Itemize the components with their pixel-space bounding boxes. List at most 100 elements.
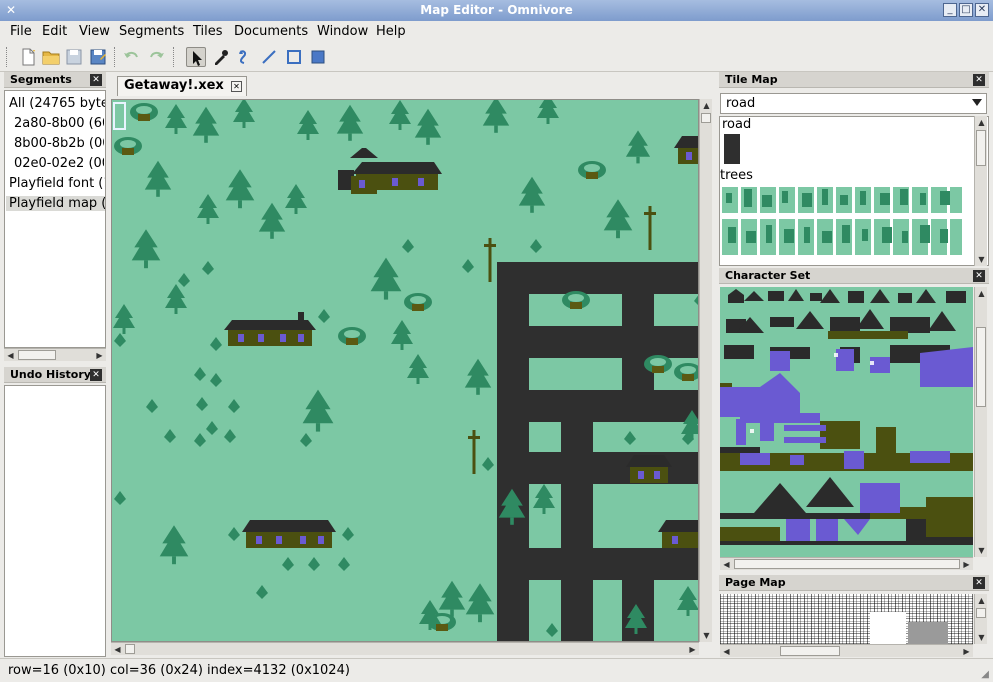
scroll-right-icon[interactable]: ▶ [961,559,972,570]
scroll-up-icon[interactable]: ▲ [976,117,987,128]
save-as-icon[interactable] [88,47,108,67]
tile-group-label: trees [720,168,753,183]
toolbar-separator [173,47,175,67]
window-title: Map Editor - Omnivore [420,3,573,17]
menu-segments[interactable]: Segments [119,24,184,39]
segment-item-selected[interactable]: Playfield map (3 [6,196,105,211]
tile-group-select[interactable]: road [720,93,987,114]
scroll-thumb[interactable] [976,130,986,166]
scroll-down-icon[interactable]: ▼ [976,632,987,643]
menu-window[interactable]: Window [317,24,368,39]
character-set-header: Character Set ✕ [719,268,989,284]
segment-item[interactable]: Playfield font (1 [9,176,105,191]
segment-item[interactable]: 02e0-02e2 (00 [14,156,104,171]
page-map-hscrollbar[interactable]: ◀ ▶ [720,644,973,657]
scroll-thumb[interactable] [734,559,960,569]
undo-history-panel: Undo History ✕ [4,367,106,657]
draw-icon[interactable] [236,47,256,67]
menu-tiles[interactable]: Tiles [193,24,223,39]
undo-panel-header: Undo History ✕ [4,367,106,383]
scroll-thumb[interactable] [780,646,840,656]
character-set-vscrollbar[interactable]: ▲ ▼ [974,287,987,557]
character-set-title: Character Set [725,269,811,282]
undo-panel-title: Undo History [10,368,91,381]
scroll-left-icon[interactable]: ◀ [721,559,732,570]
segments-panel: Segments ✕ All (24765 byte 2a80-8b00 (60… [4,72,106,364]
segment-item[interactable]: 2a80-8b00 (60 [14,116,104,131]
map-canvas[interactable] [111,99,699,642]
scroll-thumb[interactable] [701,113,711,123]
scroll-up-icon[interactable]: ▲ [976,595,987,606]
scroll-left-icon[interactable]: ◀ [721,646,732,657]
character-set-hscrollbar[interactable]: ◀ ▶ [720,557,973,570]
scroll-right-icon[interactable]: ▶ [94,350,105,361]
new-file-icon[interactable] [18,47,38,67]
map-vscrollbar[interactable]: ▲ ▼ [699,99,712,642]
menu-help[interactable]: Help [376,24,406,39]
scroll-left-icon[interactable]: ◀ [112,644,123,655]
segments-hscrollbar[interactable]: ◀ ▶ [4,348,106,361]
segments-panel-title: Segments [10,73,72,86]
close-icon[interactable]: ✕ [90,369,102,381]
page-map-title: Page Map [725,576,786,589]
menu-file[interactable]: File [10,24,32,39]
eyedropper-icon[interactable] [211,47,231,67]
page-map-view[interactable] [720,594,973,644]
scroll-thumb[interactable] [976,608,986,618]
scroll-down-icon[interactable]: ▼ [976,254,987,265]
undo-icon[interactable] [122,47,142,67]
page-map-vscrollbar[interactable]: ▲ ▼ [974,594,987,644]
toolbar-grip [6,47,8,67]
page-map-block [908,622,948,644]
page-map-block [870,612,906,644]
menu-view[interactable]: View [79,24,110,39]
close-icon[interactable]: ✕ [973,74,985,86]
maximize-icon[interactable]: □ [959,3,973,17]
rectangle-fill-icon[interactable] [308,47,328,67]
close-icon[interactable]: ✕ [231,81,242,92]
line-icon[interactable] [259,47,279,67]
character-set-drawing [720,289,973,545]
tile-palette: road trees [719,116,989,266]
scroll-up-icon[interactable]: ▲ [976,288,987,299]
resize-grip-icon[interactable]: ◢ [981,669,989,680]
segments-panel-header: Segments ✕ [4,72,106,88]
scroll-down-icon[interactable]: ▼ [976,545,987,556]
tile-map-title: Tile Map [725,73,778,86]
tree-tiles[interactable] [722,187,962,265]
scroll-right-icon[interactable]: ▶ [687,644,698,655]
toolbar-separator [114,47,116,67]
close-icon[interactable]: ✕ [90,74,102,86]
undo-history-list[interactable] [4,385,106,657]
road-tile[interactable] [724,134,740,164]
chevron-down-icon[interactable] [972,99,982,106]
segment-list: All (24765 byte 2a80-8b00 (60 8b00-8b2b … [4,90,106,348]
scroll-right-icon[interactable]: ▶ [961,646,972,657]
close-icon[interactable]: ✕ [973,577,985,589]
status-text: row=16 (0x10) col=36 (0x24) index=4132 (… [8,663,350,678]
tab-document[interactable]: Getaway!.xex ✕ [117,76,247,96]
segment-item[interactable]: All (24765 byte [9,96,105,111]
scroll-down-icon[interactable]: ▼ [701,630,712,641]
character-set-grid[interactable] [720,287,973,557]
close-icon[interactable]: ✕ [975,3,989,17]
menu-documents[interactable]: Documents [234,24,308,39]
tile-group-label: road [722,117,752,132]
tile-palette-vscrollbar[interactable]: ▲ ▼ [974,116,987,266]
scroll-up-icon[interactable]: ▲ [701,100,712,111]
close-icon[interactable]: ✕ [973,270,985,282]
scroll-thumb[interactable] [976,327,986,407]
segment-item[interactable]: 8b00-8b2b (00 [14,136,104,151]
scroll-left-icon[interactable]: ◀ [5,350,16,361]
select-arrow-icon[interactable] [186,47,206,67]
scroll-thumb[interactable] [18,350,56,360]
minimize-icon[interactable]: _ [943,3,957,17]
redo-icon[interactable] [146,47,166,67]
menu-edit[interactable]: Edit [42,24,67,39]
scroll-thumb[interactable] [125,644,135,654]
rectangle-outline-icon[interactable] [284,47,304,67]
save-icon[interactable] [64,47,84,67]
open-folder-icon[interactable] [41,47,61,67]
tile-map-panel-header: Tile Map ✕ [719,72,989,88]
map-hscrollbar[interactable]: ◀ ▶ [111,642,699,655]
